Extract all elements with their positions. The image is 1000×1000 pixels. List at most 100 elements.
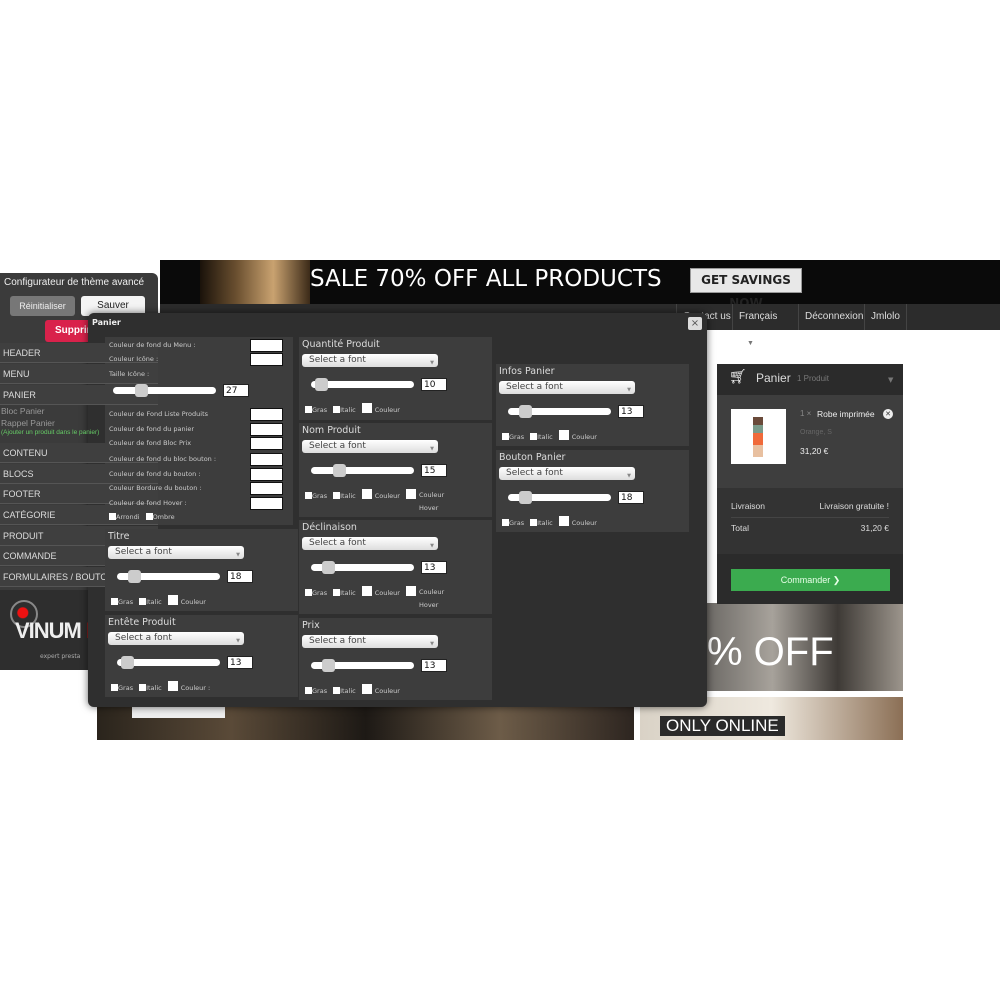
hover-color-checkbox[interactable] [405,586,416,596]
color-swatch-input[interactable] [250,497,283,510]
nav-user[interactable]: Jmlolo [864,304,907,330]
chevron-down-icon: ▼ [627,473,631,479]
slider-handle[interactable] [333,464,346,477]
bold-checkbox[interactable] [502,433,509,440]
italic-label: Italic [537,519,553,527]
font-size-slider[interactable] [117,656,220,669]
order-button[interactable]: Commander ❯ [731,569,890,591]
font-size-input[interactable]: 13 [421,561,447,574]
color-checkbox[interactable] [361,403,372,413]
hover-color-checkbox[interactable] [405,489,416,499]
bold-checkbox[interactable] [305,406,312,413]
font-select-value: Select a font [309,441,366,451]
remove-item-icon[interactable]: ✕ [883,409,893,419]
slider-handle[interactable] [128,570,141,583]
slider-handle[interactable] [135,384,148,397]
color-swatch-input[interactable] [250,468,283,481]
bold-checkbox[interactable] [111,684,118,691]
icon-size-slider[interactable] [113,384,216,397]
chevron-down-icon[interactable]: ▼ [888,376,893,384]
font-size-slider[interactable] [311,378,414,391]
submenu-hint: (Ajouter un produit dans le panier) [1,429,100,436]
cart-count: 1 Produit [797,374,830,383]
font-size-input[interactable]: 13 [421,659,447,672]
font-size-input[interactable]: 18 [618,491,644,504]
icon-size-input[interactable]: 27 [223,384,249,397]
font-select[interactable]: Select a font ▼ [499,467,635,480]
color-swatch-input[interactable] [250,453,283,466]
font-size-slider[interactable] [117,570,220,583]
reset-button[interactable]: Réinitialiser [10,296,75,316]
font-select[interactable]: Select a font ▼ [499,381,635,394]
font-size-slider[interactable] [311,464,414,477]
section-title: Entête Produit [108,617,176,628]
slider-handle[interactable] [315,378,328,391]
modal-title: Panier [92,318,121,327]
color-checkbox[interactable] [558,516,569,526]
nav-language[interactable]: Français ▼ [732,304,798,347]
color-checkbox[interactable] [361,586,372,596]
italic-label: Italic [340,492,356,500]
color-swatch-input[interactable] [250,408,283,421]
bold-checkbox[interactable] [305,589,312,596]
font-size-slider[interactable] [311,659,414,672]
color-checkbox[interactable] [361,684,372,694]
style-options: Gras Italic Couleur [502,430,603,441]
font-select-value: Select a font [115,633,172,643]
font-size-slider[interactable] [508,405,611,418]
bold-checkbox[interactable] [305,687,312,694]
submenu-bloc-panier[interactable]: Bloc Panier [1,406,44,416]
bold-checkbox[interactable] [305,492,312,499]
font-select[interactable]: Select a font ▼ [302,635,438,648]
font-size-slider[interactable] [311,561,414,574]
divider [731,517,889,518]
rounded-checkbox[interactable] [109,513,116,520]
color-checkbox[interactable] [361,489,372,499]
color-checkbox[interactable] [167,595,178,605]
shipping-value: Livraison gratuite ! [819,501,889,511]
font-select[interactable]: Select a font ▼ [108,632,244,645]
color-label: Couleur de fond du bloc bouton : [109,455,217,463]
bold-checkbox[interactable] [111,598,118,605]
color-swatch-input[interactable] [250,437,283,450]
color-swatch-input[interactable] [250,423,283,436]
product-image[interactable] [731,409,786,464]
slider-handle[interactable] [322,659,335,672]
shadow-checkbox[interactable] [145,513,153,520]
font-size-input[interactable]: 10 [421,378,447,391]
italic-label: Italic [146,598,162,606]
font-size-slider[interactable] [508,491,611,504]
color-swatch-input[interactable] [250,339,283,352]
font-select[interactable]: Select a font ▼ [302,354,438,367]
font-select[interactable]: Select a font ▼ [108,546,244,559]
bold-label: Gras [509,433,525,441]
font-select[interactable]: Select a font ▼ [302,440,438,453]
bold-label: Gras [509,519,525,527]
slider-handle[interactable] [322,561,335,574]
rounded-checkbox-row[interactable]: Arrondi Ombre [109,513,175,521]
submenu-rappel-panier[interactable]: Rappel Panier [1,418,55,428]
get-savings-button[interactable]: GET SAVINGS NOW [690,268,802,310]
color-swatch-input[interactable] [250,482,283,495]
color-swatch-input[interactable] [250,353,283,366]
color-checkbox[interactable] [558,430,569,440]
font-size-input[interactable]: 13 [618,405,644,418]
item-name[interactable]: Robe imprimée [817,409,875,419]
font-size-input[interactable]: 18 [227,570,253,583]
style-options: Gras Italic Couleur [111,595,212,606]
bold-checkbox[interactable] [502,519,509,526]
color-checkbox[interactable] [167,681,178,691]
close-icon[interactable]: × [688,317,702,330]
slider-handle[interactable] [121,656,134,669]
font-size-input[interactable]: 13 [227,656,253,669]
nav-logout[interactable]: Déconnexion [798,304,869,330]
font-size-input[interactable]: 15 [421,464,447,477]
font-select-value: Select a font [309,538,366,548]
section-title: Déclinaison [302,522,357,533]
font-select[interactable]: Select a font ▼ [302,537,438,550]
color-label: Couleur [571,519,597,527]
slider-handle[interactable] [519,405,532,418]
slider-handle[interactable] [519,491,532,504]
color-label: Couleur [180,598,206,606]
color-label: Couleur [374,589,400,597]
